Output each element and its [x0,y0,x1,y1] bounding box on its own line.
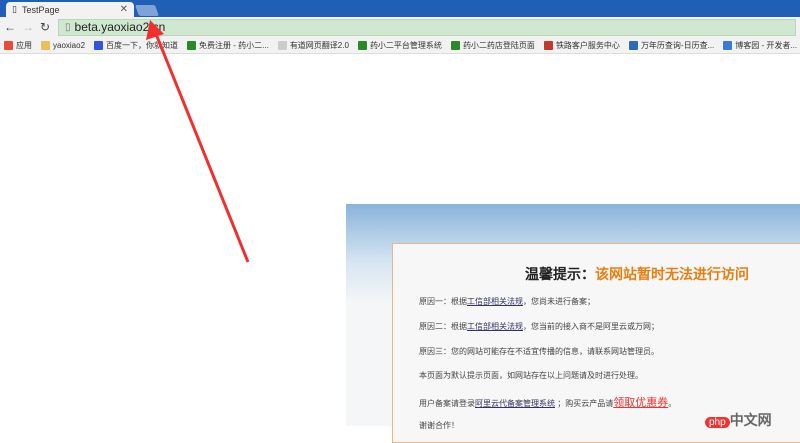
page-icon: ▯ [65,21,71,33]
bookmarks-bar: 应用 yaoxiao2 百度一下，你就知道 免费注册 - 药小二... 有道网页翻译2.… [0,37,800,54]
close-icon[interactable]: ✕ [120,4,128,15]
notice-panel: 温馨提示：该网站暂时无法进行访问 原因一：根据工信部相关法规，您尚未进行备案； … [346,204,800,443]
reason-3: 原因三：您的网站可能存在不适宜传播的信息，请联系网站管理员。 [419,347,659,356]
bookmark-icon [723,40,733,50]
bookmark-item[interactable]: 有道网页翻译2.0 [277,40,349,51]
tab-testpage[interactable]: ▯ TestPage ✕ [6,2,134,17]
bookmark-item[interactable]: 应用 [4,40,32,51]
coupon-link[interactable]: 领取优惠券 [613,397,668,409]
bookmark-icon [94,40,104,50]
notice-title: 温馨提示：该网站暂时无法进行访问 [525,266,749,282]
bookmark-item[interactable]: 免费注册 - 药小二... [187,40,269,51]
forward-icon[interactable]: → [22,20,34,34]
tab-strip: ▯ TestPage ✕ [0,0,800,17]
regulation-link[interactable]: 工信部相关法规 [467,322,523,331]
bookmark-item[interactable]: 药小二药店登陆页面 [450,40,535,51]
page-icon: ▯ [12,4,17,14]
filing-line: 用户备案请登录阿里云代备案管理系统 ；购买云产品请领取优惠券。 [419,397,677,409]
bookmark-item[interactable]: yaoxiao2 [41,40,85,50]
new-tab-button[interactable] [134,5,160,16]
bookmark-icon [543,40,553,50]
regulation-link[interactable]: 工信部相关法规 [467,297,523,306]
bookmark-icon [450,40,460,50]
reason-2: 原因二：根据工信部相关法规，您当前的接入商不是阿里云或万网； [419,322,659,331]
bookmark-icon [4,40,13,50]
watermark: php 中文网 [705,410,772,430]
bookmark-icon [41,40,50,50]
toolbar: ← → ↻ ▯ beta.yaoxiao2.cn [0,17,800,37]
filing-system-link[interactable]: 阿里云代备案管理系统 [475,399,555,408]
default-note: 本页面为默认提示页面，如网站存在以上问题请及时进行处理。 [419,371,643,380]
bookmark-icon [357,40,367,50]
bookmark-item[interactable]: 博客园 - 开发者... [723,40,797,51]
address-bar[interactable]: ▯ beta.yaoxiao2.cn [58,18,796,36]
bookmark-icon [628,40,638,50]
bookmark-item[interactable]: 万年历查询-日历查... [628,40,714,51]
bookmark-item[interactable]: 百度一下，你就知道 [94,40,178,51]
bookmark-icon [187,40,197,50]
reason-1: 原因一：根据工信部相关法规，您尚未进行备案； [419,297,595,306]
bookmark-item[interactable]: 铁路客户服务中心 [543,40,620,51]
bookmark-item[interactable]: 药小二平台管理系统 [357,40,442,51]
back-icon[interactable]: ← [4,20,16,34]
reload-icon[interactable]: ↻ [40,20,50,34]
bookmark-icon [277,40,287,50]
